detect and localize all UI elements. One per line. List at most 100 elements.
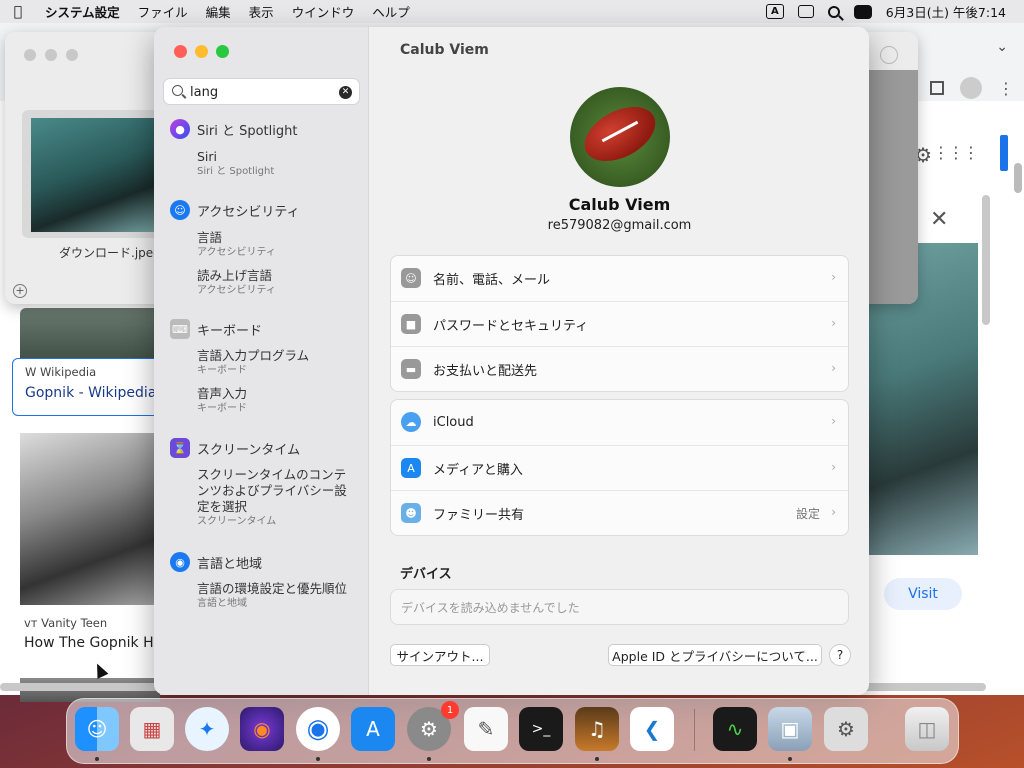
zoom-button[interactable] [216, 45, 229, 58]
menu-edit[interactable]: 編集 [197, 2, 240, 21]
chevron-right-icon: › [831, 505, 836, 519]
category-screen-time[interactable]: ⌛ スクリーンタイム [170, 438, 300, 458]
launchpad-icon[interactable]: ▦ [130, 707, 174, 751]
hourglass-icon: ⌛ [170, 438, 190, 458]
category-language-region[interactable]: ◉ 言語と地域 [170, 552, 262, 572]
result-item[interactable]: 言語 アクセシビリティ [197, 230, 352, 259]
avatar[interactable] [570, 87, 670, 187]
result-item[interactable]: Siri Siri と Spotlight [197, 149, 352, 178]
zoom-button[interactable] [66, 49, 78, 61]
row-label: 名前、電話、メール [433, 273, 551, 288]
minimize-button[interactable] [45, 49, 57, 61]
close-button[interactable] [24, 49, 36, 61]
dock-separator [694, 709, 695, 751]
category-label: スクリーンタイム [197, 442, 301, 458]
result-subtitle: キーボード [197, 365, 247, 376]
safari-icon[interactable]: ✦ [185, 707, 229, 751]
input-method-indicator[interactable]: A [766, 4, 784, 19]
chrome-icon[interactable]: ◉ [296, 707, 340, 751]
category-keyboard[interactable]: ⌨ キーボード [170, 319, 262, 339]
sign-in-button[interactable] [1000, 135, 1008, 171]
result-subtitle: キーボード [197, 403, 247, 414]
appstore-icon: A [401, 458, 421, 478]
vscode-icon[interactable]: ❮ [630, 707, 674, 751]
result-item[interactable]: 読み上げ言語 アクセシビリティ [197, 268, 352, 297]
file-name[interactable]: ダウンロード.jpeg [59, 244, 161, 261]
category-label: キーボード [197, 323, 263, 339]
search-input[interactable] [190, 83, 330, 101]
menu-app-name[interactable]: システム設定 [36, 2, 129, 21]
row-name-phone-email[interactable]: ☺ 名前、電話、メール › [391, 256, 848, 301]
more-menu-icon[interactable]: ⋮ [998, 79, 1014, 98]
chevron-right-icon: › [831, 361, 836, 375]
category-siri[interactable]: ● Siri と Spotlight [170, 119, 297, 139]
migration-icon[interactable]: ⚙ [824, 707, 868, 751]
apps-grid-icon[interactable]: ⋮⋮⋮ [933, 143, 979, 162]
apple-menu-icon[interactable]:  [0, 4, 36, 20]
preview-background [868, 70, 918, 304]
finder-icon[interactable]: ☺ [75, 707, 119, 751]
about-privacy-button[interactable]: Apple ID とプライバシーについて... [608, 644, 822, 666]
row-payment-shipping[interactable]: ▬ お支払いと配送先 › [391, 346, 848, 391]
sign-out-button[interactable]: サインアウト... [390, 644, 490, 666]
row-password-security[interactable]: ■ パスワードとセキュリティ › [391, 301, 848, 346]
add-icon[interactable]: + [13, 284, 27, 298]
menu-view[interactable]: 表示 [240, 2, 283, 21]
menu-file[interactable]: ファイル [129, 2, 197, 21]
firefox-icon[interactable]: ◉ [240, 707, 284, 751]
visit-button[interactable]: Visit [884, 578, 962, 610]
result-item[interactable]: 言語の環境設定と優先順位 言語と地域 [197, 581, 352, 610]
search-result-card[interactable]: W Wikipedia Gopnik - Wikipedia [12, 358, 162, 416]
row-media-purchases[interactable]: A メディアと購入 › [391, 445, 848, 490]
appstore-icon[interactable]: A [351, 707, 395, 751]
help-button[interactable]: ? [829, 644, 851, 666]
clear-search-icon[interactable]: ✕ [339, 86, 352, 99]
close-button[interactable] [174, 45, 187, 58]
terminal-icon[interactable]: >_ [519, 707, 563, 751]
search-icon [172, 85, 183, 96]
accessibility-icon: ☺ [170, 200, 190, 220]
tab-list-chevron-icon[interactable]: ⌄ [996, 39, 1008, 55]
side-panel-icon[interactable] [930, 81, 944, 95]
search-icon[interactable] [880, 46, 898, 64]
menu-window[interactable]: ウインドウ [283, 2, 364, 21]
stage-manager-icon[interactable] [797, 5, 814, 18]
garageband-icon[interactable]: ♫ [575, 707, 619, 751]
devices-message: デバイスを読み込めませんでした [390, 589, 849, 625]
result-item[interactable]: 音声入力 キーボード [197, 386, 352, 415]
result-subtitle: アクセシビリティ [197, 247, 276, 258]
preview-icon[interactable]: ▣ [768, 707, 812, 751]
profile-avatar-icon[interactable] [960, 77, 982, 99]
page-scrollbar[interactable] [1014, 163, 1022, 193]
keyboard-icon: ⌨ [170, 319, 190, 339]
row-label: パスワードとセキュリティ [433, 318, 589, 334]
menu-help[interactable]: ヘルプ [363, 2, 419, 21]
result-title: 音声入力 [197, 386, 248, 401]
result-title: Siri [197, 149, 218, 164]
spotlight-search-icon[interactable] [827, 5, 840, 18]
result-image[interactable] [20, 433, 160, 605]
preview-scrollbar[interactable] [982, 195, 990, 325]
activity-monitor-icon[interactable]: ∿ [713, 707, 757, 751]
clock[interactable]: 6月3日(土) 午後7:14 [886, 2, 1006, 21]
trash-icon[interactable]: ◫ [905, 707, 949, 751]
row-family-sharing[interactable]: ☻ ファミリー共有 設定 › [391, 490, 848, 535]
result-subtitle: 言語と地域 [197, 598, 247, 609]
settings-search[interactable]: ✕ [163, 78, 360, 105]
icloud-icon: ☁ [401, 412, 421, 432]
result-item[interactable]: 言語入力プログラム キーボード [197, 348, 352, 377]
contact-icon: ☺ [401, 268, 421, 288]
result-item[interactable]: スクリーンタイムのコンテンツおよびプライバシー設定を選択 スクリーンタイム [197, 467, 352, 528]
result-title[interactable]: How The Gopnik Hav [24, 635, 171, 651]
services-group: ☁ iCloud › A メディアと購入 › ☻ ファミリー共有 設定 › [390, 399, 849, 536]
category-accessibility[interactable]: ☺ アクセシビリティ [170, 200, 300, 220]
control-center-icon[interactable] [853, 4, 872, 19]
result-title[interactable]: Gopnik - Wikipedia [25, 385, 156, 401]
menu-bar:  システム設定 ファイル 編集 表示 ウインドウ ヘルプ A 6月3日(土) … [0, 0, 1024, 23]
close-preview-icon[interactable]: ✕ [930, 207, 948, 232]
textedit-icon[interactable]: ✎ [464, 707, 508, 751]
minimize-button[interactable] [195, 45, 208, 58]
system-settings-window: ✕ ● Siri と Spotlight Siri Siri と Spotlig… [154, 27, 869, 695]
result-title: 言語入力プログラム [197, 348, 310, 363]
row-icloud[interactable]: ☁ iCloud › [391, 400, 848, 445]
